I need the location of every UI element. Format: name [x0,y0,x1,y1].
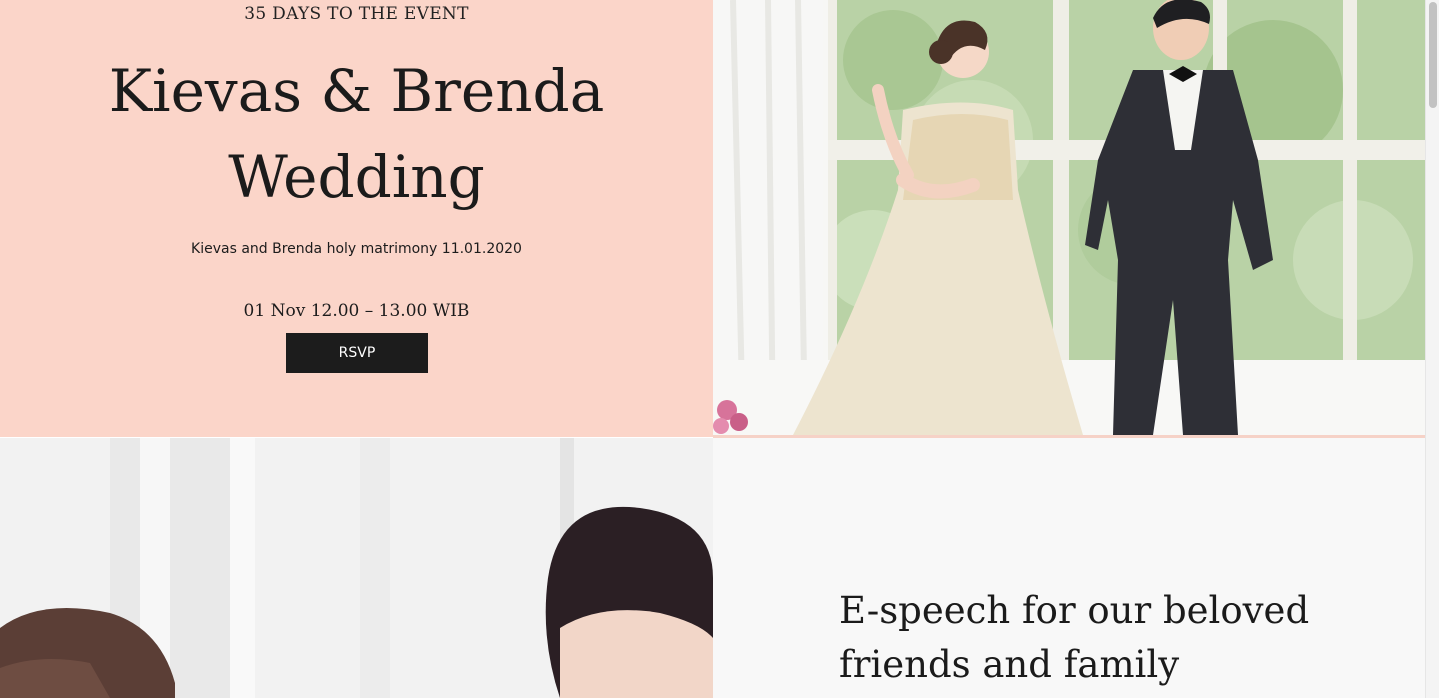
speech-heading-line2: friends and family [839,643,1180,686]
vertical-scrollbar[interactable] [1425,0,1439,698]
wedding-page: 35 DAYS TO THE EVENT Kievas & Brenda Wed… [0,0,1439,698]
event-time: 01 Nov 12.00 – 13.00 WIB [243,301,470,321]
rsvp-button[interactable]: RSVP [286,333,428,373]
couple-closeup-photo [0,438,713,698]
couple-closeup-illustration [0,438,713,698]
hero-title-line2: Wedding [228,143,485,211]
speech-heading: E-speech for our beloved friends and fam… [839,584,1359,692]
speech-heading-line1: E-speech for our beloved [839,589,1310,632]
couple-window-illustration [713,0,1425,435]
hero-title: Kievas & Brenda Wedding [0,48,713,220]
countdown-text: 35 DAYS TO THE EVENT [244,4,469,24]
speech-panel: E-speech for our beloved friends and fam… [713,438,1425,698]
hero-panel: 35 DAYS TO THE EVENT Kievas & Brenda Wed… [0,0,713,437]
hero-couple-photo [713,0,1425,435]
hero-subtitle: Kievas and Brenda holy matrimony 11.01.2… [191,241,522,257]
scrollbar-thumb[interactable] [1429,2,1437,108]
hero-title-line1: Kievas & Brenda [108,57,605,125]
